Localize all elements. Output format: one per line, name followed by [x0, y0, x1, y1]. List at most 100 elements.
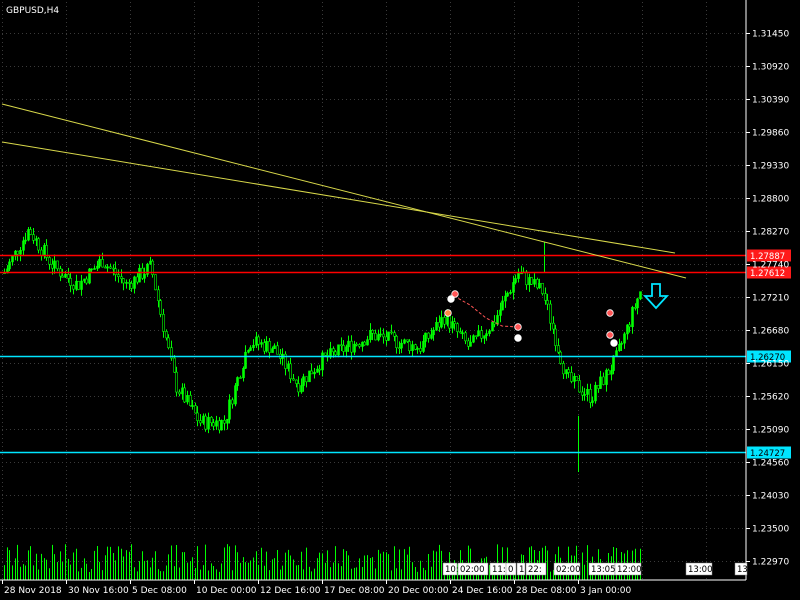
candle-body: [358, 344, 361, 347]
candle-body: [544, 293, 547, 301]
candle-body: [509, 292, 512, 294]
candle-body: [347, 340, 350, 348]
candle-body: [469, 341, 472, 347]
candle-body: [159, 300, 162, 315]
candle-body: [48, 257, 51, 265]
candle-body: [104, 266, 107, 269]
x-tick-label: 28 Nov 2018: [4, 586, 62, 596]
candle-body: [75, 280, 78, 290]
candle-body: [98, 259, 101, 267]
candle-body: [512, 282, 515, 293]
candle-body: [461, 332, 464, 335]
candle-body: [499, 309, 502, 316]
y-tick-label: 1.23500: [752, 525, 789, 535]
candle-body: [223, 419, 226, 424]
chart-background: [0, 0, 800, 600]
candle-body: [247, 350, 250, 353]
x-tick-label: 30 Nov 16:00: [68, 586, 129, 596]
candle-body: [72, 285, 75, 290]
candle-body: [101, 259, 104, 268]
candle-body: [623, 333, 626, 344]
candle-body: [443, 317, 446, 325]
candle-body: [202, 415, 205, 424]
candle-body: [67, 274, 70, 279]
candle-body: [594, 384, 597, 402]
candle-body: [387, 331, 390, 341]
candle-body: [390, 331, 393, 334]
trade-marker: [606, 309, 614, 317]
candle-body: [175, 371, 178, 393]
x-tick-label: 12 Dec 16:00: [260, 586, 321, 596]
candle-body: [379, 333, 382, 336]
chart-canvas[interactable]: 1.278871.276121.262701.24727 1.314501.30…: [0, 0, 800, 600]
candle-body: [591, 400, 594, 403]
candle-body: [120, 276, 123, 279]
y-tick-label: 1.26680: [752, 327, 789, 337]
trade-marker: [444, 309, 452, 317]
candle-body: [234, 385, 237, 405]
candle-body: [363, 341, 366, 346]
candle-body: [77, 280, 80, 290]
candle-body: [138, 267, 141, 283]
candle-body: [165, 331, 168, 339]
candle-body: [639, 291, 642, 300]
x-tick-label: 3 Jan 00:00: [580, 586, 632, 596]
candle-body: [485, 333, 488, 337]
candle-body: [525, 271, 528, 286]
trade-marker: [514, 323, 522, 331]
candle-body: [88, 268, 91, 284]
candle-body: [355, 343, 358, 346]
candle-body: [533, 279, 536, 285]
candle-body: [24, 239, 27, 242]
trade-marker: [447, 295, 455, 303]
candle-body: [628, 324, 631, 328]
candle-body: [271, 348, 274, 353]
candle-body: [453, 321, 456, 325]
candle-body: [472, 335, 475, 343]
candle-body: [194, 405, 197, 414]
candle-body: [427, 332, 430, 339]
candle-body: [557, 345, 560, 353]
candle-body: [265, 341, 268, 352]
candle-body: [549, 303, 552, 324]
candle-body: [16, 250, 19, 255]
candle-body: [83, 278, 86, 282]
candle-body: [189, 395, 192, 407]
candle-body: [242, 368, 245, 379]
candle-body: [483, 335, 486, 339]
y-tick-label: 1.31450: [752, 30, 789, 40]
candle-body: [40, 249, 43, 256]
time-tag-label: 13:00: [688, 565, 713, 575]
candle-body: [602, 376, 605, 385]
y-tick-label: 1.27740: [752, 261, 789, 271]
candle-body: [11, 255, 14, 263]
x-tick-label: 28 Dec 08:00: [516, 586, 577, 596]
candle-body: [514, 278, 517, 283]
candle-body: [395, 335, 398, 348]
x-tick-label: 17 Dec 08:00: [324, 586, 385, 596]
y-tick-label: 1.25090: [752, 426, 789, 436]
candle-body: [167, 337, 170, 348]
candle-body: [210, 416, 213, 424]
candle-body: [424, 332, 427, 342]
candle-body: [599, 376, 602, 389]
candle-body: [313, 371, 316, 375]
candle-body: [80, 280, 83, 290]
candle-body: [295, 379, 298, 384]
candle-body: [186, 395, 189, 403]
candle-body: [32, 234, 35, 241]
candle-body: [122, 278, 125, 284]
candle-body: [220, 419, 223, 431]
y-tick-label: 1.28800: [752, 195, 789, 205]
candle-body: [56, 260, 59, 270]
candle-body: [125, 282, 128, 284]
candle-body: [435, 322, 438, 331]
y-tick-label: 1.24560: [752, 459, 789, 469]
level-label: 1.27612: [750, 269, 785, 279]
candle-body: [337, 344, 340, 356]
candle-body: [133, 276, 136, 289]
candle-body: [583, 394, 586, 396]
time-tag-label: 02:00: [460, 565, 485, 575]
candle-body: [371, 330, 374, 334]
y-tick-label: 1.22970: [752, 558, 789, 568]
